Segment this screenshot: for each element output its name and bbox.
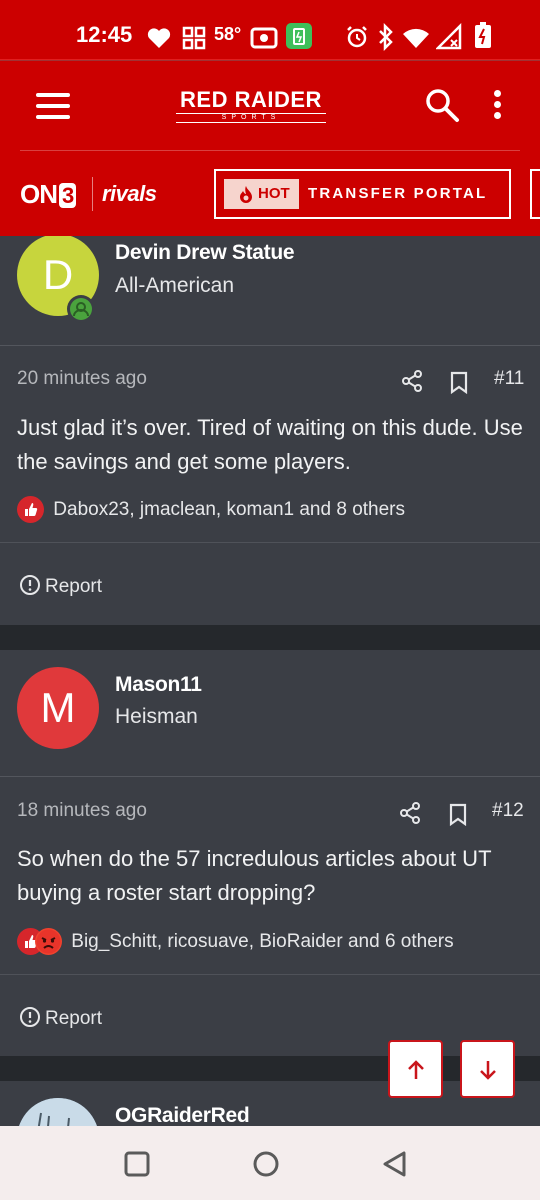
bluetooth-icon — [379, 23, 393, 51]
report-link[interactable]: Report — [19, 1006, 102, 1030]
search-icon[interactable] — [424, 87, 460, 123]
logo-sub-text: SPORTS — [176, 113, 326, 123]
username[interactable]: Mason11 — [115, 673, 202, 697]
flame-icon — [240, 186, 252, 203]
on3-text: ON — [20, 179, 58, 209]
post-gap — [0, 625, 540, 650]
like-reaction-icon — [17, 496, 44, 523]
user-title: All-American — [115, 274, 235, 297]
scroll-down-button[interactable] — [460, 1040, 515, 1098]
transfer-portal-button[interactable]: HOT TRANSFER PORTAL — [214, 169, 511, 219]
online-status-icon — [67, 295, 95, 323]
cast-icon — [250, 27, 278, 49]
status-bar: 12:45 58° — [0, 0, 540, 60]
post-footer-divider — [0, 542, 540, 543]
alert-circle-icon — [20, 1007, 40, 1027]
post-12: M Mason11 Heisman 18 minutes ago #12 So … — [0, 650, 540, 1056]
post-time[interactable]: 18 minutes ago — [17, 800, 147, 822]
avatar-letter: M — [40, 684, 76, 731]
angry-reaction-icon — [35, 928, 62, 955]
on3-logo[interactable]: ON 3 — [20, 179, 77, 210]
logo-main-text: RED RAIDER — [180, 87, 322, 112]
arrow-down-icon — [480, 1061, 496, 1080]
home-icon[interactable] — [252, 1150, 280, 1178]
heart-icon — [147, 28, 171, 48]
reactions-text: Big_Schitt, ricosuave, BioRaider and 6 o… — [71, 930, 454, 952]
avatar[interactable] — [17, 1098, 99, 1126]
share-icon[interactable] — [400, 369, 424, 393]
post-author-bar: M Mason11 Heisman — [0, 650, 540, 777]
user-title: Heisman — [115, 705, 198, 728]
status-temperature: 58° — [214, 24, 242, 44]
apps-grid-icon — [182, 26, 206, 50]
avatar-photo — [17, 1098, 99, 1126]
post-body: Just glad it’s over. Tired of waiting on… — [17, 415, 523, 474]
share-icon[interactable] — [398, 801, 422, 825]
post-time[interactable]: 20 minutes ago — [17, 368, 147, 390]
scroll-up-button[interactable] — [388, 1040, 443, 1098]
battery-icon — [475, 22, 491, 48]
post-gap — [0, 1056, 540, 1081]
post-body: So when do the 57 incredulous articles a… — [17, 846, 492, 905]
menu-button[interactable] — [36, 93, 70, 119]
portal-label: TRANSFER PORTAL — [308, 185, 488, 202]
avatar-letter: D — [42, 251, 74, 298]
bookmark-icon[interactable] — [446, 802, 470, 826]
wifi-icon — [403, 28, 429, 48]
post-11: D Devin Drew Statue All-American 20 minu… — [0, 236, 540, 625]
report-label: Report — [45, 1008, 103, 1029]
avatar[interactable]: M — [17, 667, 99, 749]
back-icon[interactable] — [381, 1150, 409, 1178]
post-13: OGRaiderRed — [0, 1081, 540, 1126]
arrow-up-icon — [408, 1060, 424, 1079]
reactions-summary[interactable]: Big_Schitt, ricosuave, BioRaider and 6 o… — [17, 928, 454, 955]
bookmark-icon[interactable] — [447, 370, 471, 394]
logo-divider — [92, 177, 93, 211]
thread-content[interactable]: D Devin Drew Statue All-American 20 minu… — [0, 236, 540, 1126]
reactions-text: Dabox23, jmaclean, koman1 and 8 others — [53, 498, 405, 520]
more-options-button[interactable] — [486, 87, 510, 123]
battery-saver-icon — [286, 23, 312, 49]
reactions-summary[interactable]: Dabox23, jmaclean, koman1 and 8 others — [17, 496, 405, 523]
site-logo[interactable]: RED RAIDER SPORTS — [176, 87, 326, 123]
rivals-logo[interactable]: rivals — [102, 181, 157, 207]
report-link[interactable]: Report — [19, 574, 102, 598]
post-author-bar: D Devin Drew Statue All-American — [0, 236, 540, 346]
post-footer-divider — [0, 974, 540, 975]
partner-bar: ON 3 rivals HOT TRANSFER PORTAL — [0, 151, 540, 236]
status-time: 12:45 — [76, 22, 133, 47]
on3-number: 3 — [59, 183, 77, 208]
hot-label: HOT — [258, 185, 290, 202]
next-promo-button[interactable] — [530, 169, 540, 219]
system-navigation-bar — [0, 1126, 540, 1200]
app-header: RED RAIDER SPORTS — [0, 61, 540, 151]
hot-badge: HOT — [224, 179, 299, 209]
alarm-icon — [347, 26, 367, 48]
cellular-signal-icon — [436, 23, 462, 50]
username[interactable]: OGRaiderRed — [115, 1104, 250, 1126]
post-number[interactable]: #12 — [492, 800, 524, 822]
alert-circle-icon — [20, 575, 40, 595]
post-number[interactable]: #11 — [494, 368, 524, 390]
username[interactable]: Devin Drew Statue — [115, 241, 295, 265]
recents-icon[interactable] — [123, 1150, 151, 1178]
report-label: Report — [45, 576, 103, 597]
